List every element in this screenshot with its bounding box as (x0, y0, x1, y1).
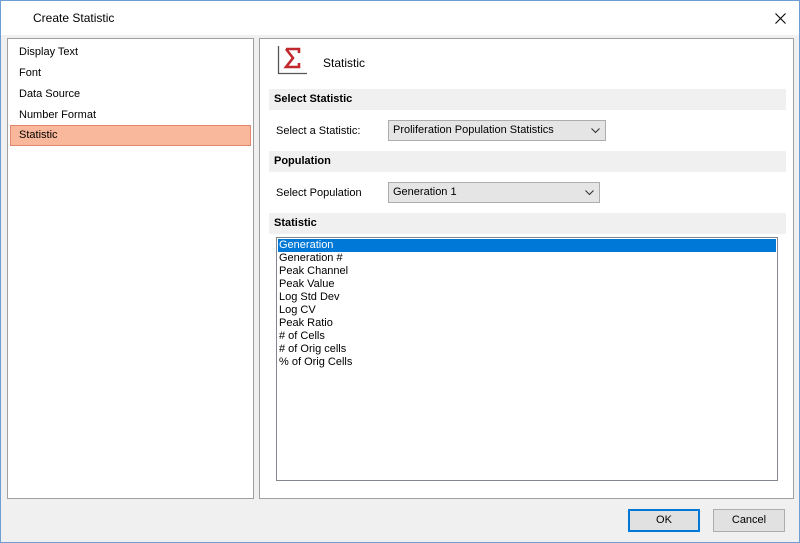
list-item-cell-count[interactable]: # of Cells (278, 330, 776, 343)
list-item-log-cv[interactable]: Log CV (278, 304, 776, 317)
select-statistic-heading: Select Statistic (269, 89, 786, 110)
dialog-window: Create Statistic Display Text Font Data … (0, 0, 800, 543)
population-select[interactable]: Generation 1 (388, 182, 600, 203)
nav-item-label: Statistic (19, 129, 58, 141)
list-item-log-std-dev[interactable]: Log Std Dev (278, 291, 776, 304)
population-value: Generation 1 (393, 186, 457, 198)
sigma-icon (277, 46, 307, 75)
close-icon (774, 12, 786, 24)
statistic-type-value: Proliferation Population Statistics (393, 124, 554, 136)
list-item-peak-channel[interactable]: Peak Channel (278, 265, 776, 278)
list-item-generation-number[interactable]: Generation # (278, 252, 776, 265)
ok-button[interactable]: OK (628, 509, 700, 532)
nav-item-font[interactable]: Font (10, 63, 251, 84)
list-item-generation[interactable]: Generation (278, 239, 776, 252)
population-heading: Population (269, 151, 786, 172)
nav-item-data-source[interactable]: Data Source (10, 84, 251, 105)
nav-item-label: Data Source (19, 88, 81, 100)
window-title: Create Statistic (33, 11, 115, 25)
nav-item-display-text[interactable]: Display Text (10, 42, 251, 63)
page-title: Statistic (323, 56, 366, 70)
content-panel: Statistic Select Statistic Select a Stat… (259, 38, 794, 499)
select-population-label: Select Population (276, 187, 362, 199)
title-bar: Create Statistic (1, 1, 799, 35)
cancel-button[interactable]: Cancel (713, 509, 785, 532)
nav-item-label: Number Format (19, 109, 97, 121)
statistic-listbox[interactable]: Generation Generation # Peak Channel Pea… (276, 237, 778, 481)
nav-panel: Display Text Font Data Source Number For… (7, 38, 254, 499)
statistic-type-select[interactable]: Proliferation Population Statistics (388, 120, 606, 141)
nav-item-number-format[interactable]: Number Format (10, 105, 251, 126)
select-statistic-label: Select a Statistic: (276, 125, 361, 137)
chevron-down-icon (591, 128, 600, 134)
close-button[interactable] (767, 6, 793, 30)
statistic-list-heading: Statistic (269, 213, 786, 234)
list-item-orig-cell-percent[interactable]: % of Orig Cells (278, 356, 776, 369)
list-item-orig-cell-count[interactable]: # of Orig cells (278, 343, 776, 356)
nav-item-statistic[interactable]: Statistic (10, 125, 251, 146)
nav-item-label: Font (19, 67, 42, 79)
list-item-peak-ratio[interactable]: Peak Ratio (278, 317, 776, 330)
chevron-down-icon (585, 190, 594, 196)
list-item-peak-value[interactable]: Peak Value (278, 278, 776, 291)
nav-item-label: Display Text (19, 46, 79, 58)
